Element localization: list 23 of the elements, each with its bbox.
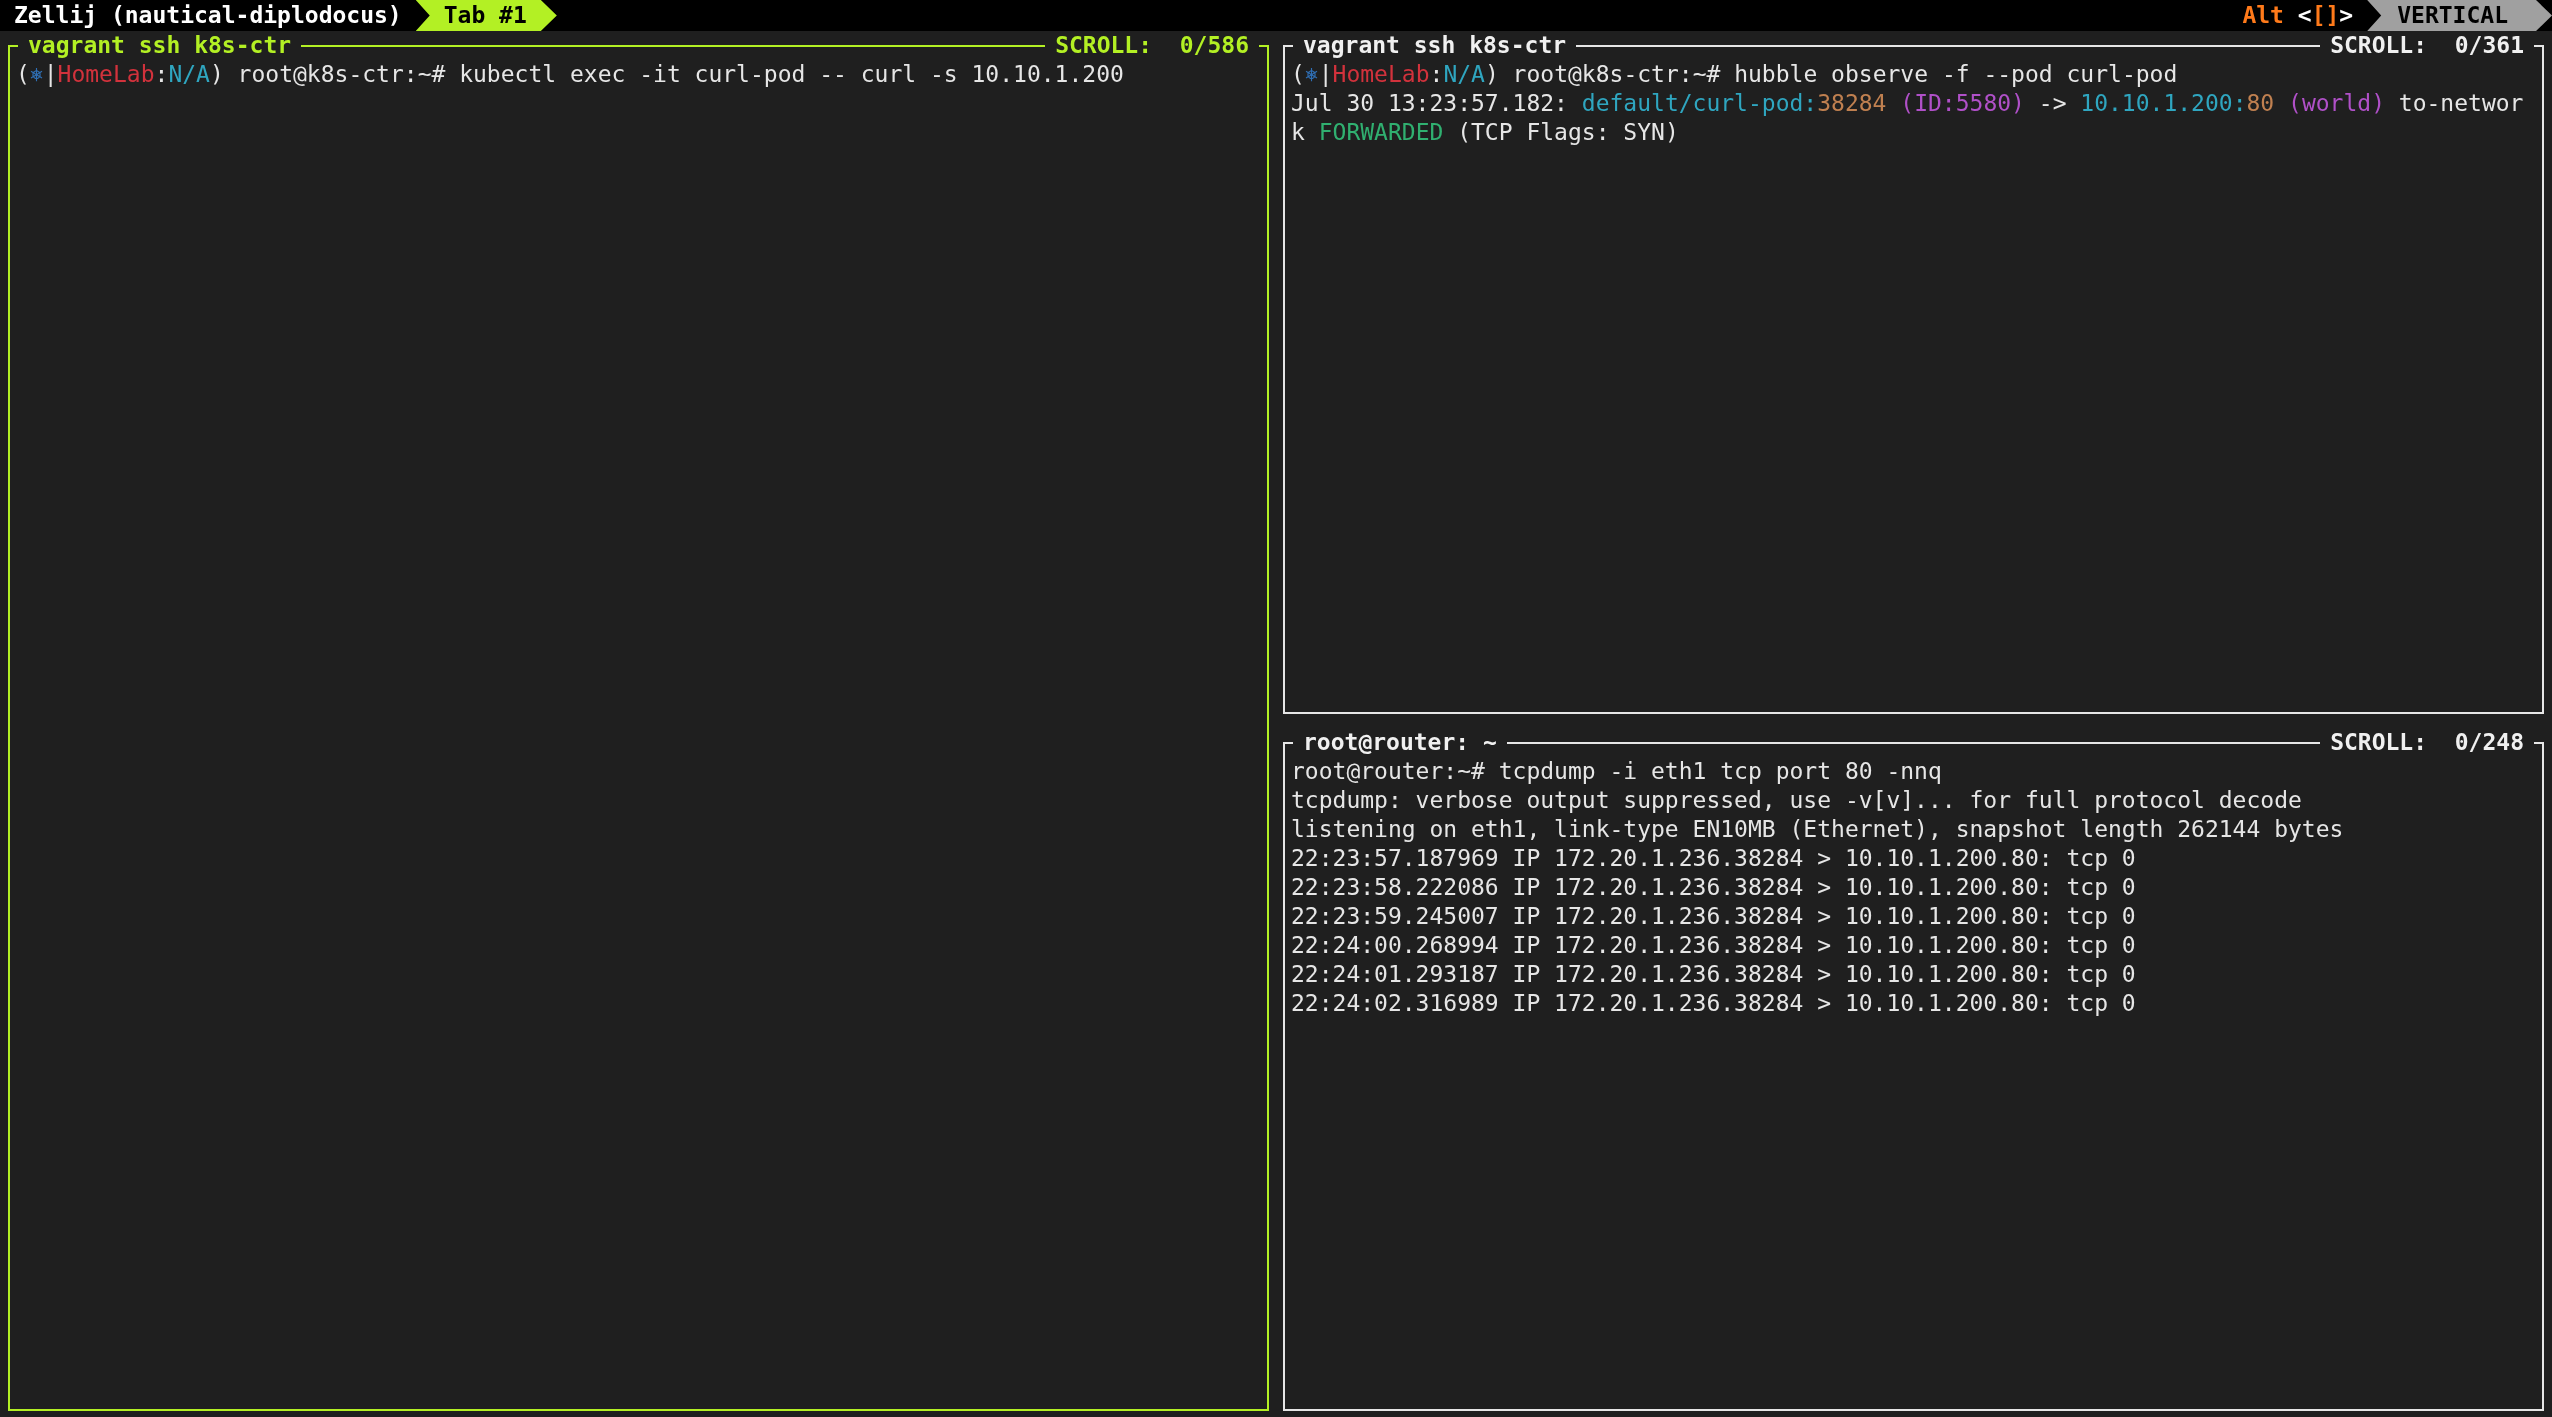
terminal-line: (⎈|HomeLab:N/A) root@k8s-ctr:~# hubble observe -f --pod curl-pod — [1291, 60, 2178, 89]
pane-title: vagrant ssh k8s-ctr — [1302, 31, 1568, 61]
scroll-indicator: SCROLL: 0/248 — [2329, 728, 2525, 758]
terminal-line: tcpdump: verbose output suppressed, use -v[v]... for full protocol decode — [1291, 786, 2302, 815]
terminal-line: 22:23:59.245007 IP 172.20.1.236.38284 > 10.10.1.200.80: tcp 0 — [1291, 902, 2136, 931]
terminal-line: root@router:~# tcpdump -i eth1 tcp port 80 -nnq — [1291, 757, 1942, 786]
terminal-line: (⎈|HomeLab:N/A) root@k8s-ctr:~# kubectl exec -it curl-pod -- curl -s 10.10.1.200 — [16, 60, 1124, 89]
terminal-line: k FORWARDED (TCP Flags: SYN) — [1291, 118, 1679, 147]
scroll-indicator: SCROLL: 0/586 — [1054, 31, 1250, 61]
terminal-line: 22:24:02.316989 IP 172.20.1.236.38284 > 10.10.1.200.80: tcp 0 — [1291, 989, 2136, 1018]
layout-indicator: VERTICAL — [2367, 0, 2552, 31]
session-name: Zellij (nautical-diplodocus) — [13, 1, 403, 31]
terminal-line: 22:23:58.222086 IP 172.20.1.236.38284 > 10.10.1.200.80: tcp 0 — [1291, 873, 2136, 902]
tab[interactable]: Tab #1 — [415, 0, 557, 31]
terminal-line: 22:24:00.268994 IP 172.20.1.236.38284 > 10.10.1.200.80: tcp 0 — [1291, 931, 2136, 960]
pane-title: root@router: ~ — [1302, 728, 1498, 758]
pane-title: vagrant ssh k8s-ctr — [27, 31, 293, 61]
terminal-line: Jul 30 13:23:57.182: default/curl-pod:38284 (ID:5580) -> 10.10.1.200:80 (world) to-networ — [1291, 89, 2524, 118]
mode-hint: Alt <[]> — [2242, 1, 2355, 31]
terminal-line: listening on eth1, link-type EN10MB (Ethernet), snapshot length 262144 bytes — [1291, 815, 2344, 844]
scroll-indicator: SCROLL: 0/361 — [2329, 31, 2525, 61]
terminal-line: 22:23:57.187969 IP 172.20.1.236.38284 > 10.10.1.200.80: tcp 0 — [1291, 844, 2136, 873]
terminal-line: 22:24:01.293187 IP 172.20.1.236.38284 > 10.10.1.200.80: tcp 0 — [1291, 960, 2136, 989]
